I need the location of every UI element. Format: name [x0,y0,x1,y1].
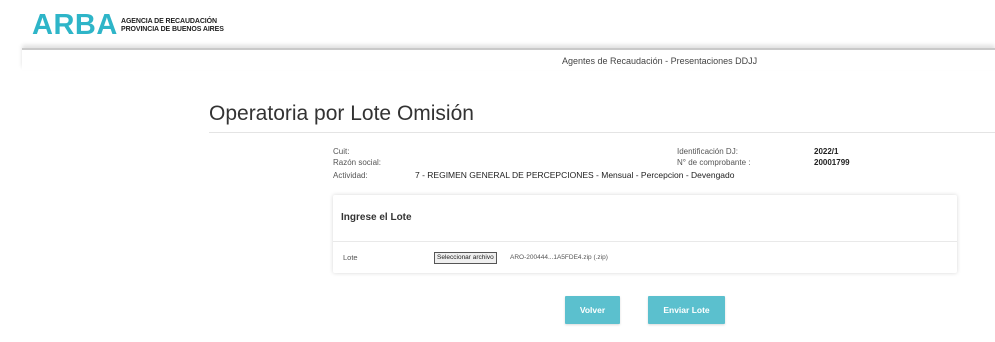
cuit-label: Cuit: [333,147,350,156]
actividad-label: Actividad: [333,171,368,180]
enviar-lote-button[interactable]: Enviar Lote [648,296,725,324]
select-file-button[interactable]: Seleccionar archivo [434,252,497,264]
page-title: Operatoria por Lote Omisión [209,102,474,125]
title-divider [209,132,995,133]
razon-social-label: Razón social: [333,158,382,167]
lote-card: Ingrese el Lote Lote Seleccionar archivo… [333,195,957,273]
identificacion-label: Identificación DJ: [677,147,738,156]
lote-label: Lote [343,253,358,262]
actividad-value: 7 - REGIMEN GENERAL DE PERCEPCIONES - Me… [415,170,735,180]
selected-file-name: ARO-200444...1A5FDE4.zip (.zip) [510,254,608,261]
page: ARBA AGENCIA DE RECAUDACIÓN PROVINCIA DE… [0,0,995,342]
subheader-title: Agentes de Recaudación - Presentaciones … [562,56,758,66]
agency-line-1: AGENCIA DE RECAUDACIÓN [121,18,217,25]
header: ARBA AGENCIA DE RECAUDACIÓN PROVINCIA DE… [0,0,995,48]
comprobante-value: 20001799 [814,158,850,167]
volver-button[interactable]: Volver [565,296,620,324]
identificacion-value: 2022/1 [814,147,839,156]
card-title: Ingrese el Lote [341,212,412,223]
agency-name: AGENCIA DE RECAUDACIÓN PROVINCIA DE BUEN… [121,18,224,34]
card-divider [333,241,957,242]
arba-logo[interactable]: ARBA [32,9,118,41]
subheader-bar: Agentes de Recaudación - Presentaciones … [22,48,995,70]
agency-line-2: PROVINCIA DE BUENOS AIRES [121,26,224,33]
comprobante-label: N° de comprobante : [677,158,751,167]
